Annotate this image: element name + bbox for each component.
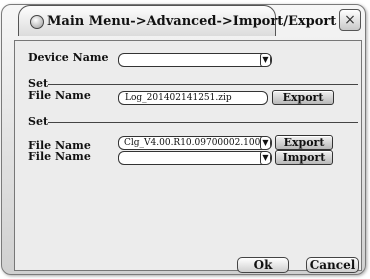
close-icon: × <box>344 12 356 28</box>
config-file-select[interactable]: Clg_V4.00.R10.09700002.100 ▼ <box>118 136 272 150</box>
dropdown-arrow-icon: ▼ <box>260 137 271 149</box>
dropdown-arrow-icon: ▼ <box>260 54 271 66</box>
dropdown-arrow-icon: ▼ <box>260 152 271 164</box>
set-divider-1 <box>48 84 358 85</box>
ok-button[interactable]: Ok <box>237 257 289 273</box>
export-config-button[interactable]: Export <box>275 135 333 150</box>
set-label-2: Set <box>28 115 49 128</box>
log-file-name-field[interactable]: Log_201402141251.zip <box>118 91 268 105</box>
config-file-value: Clg_V4.00.R10.09700002.100 <box>124 138 261 148</box>
export-log-button[interactable]: Export <box>272 90 334 105</box>
device-name-select[interactable]: ▼ <box>118 53 272 67</box>
title-circle-icon <box>30 15 44 29</box>
import-button[interactable]: Import <box>275 150 333 165</box>
close-button[interactable]: × <box>339 9 361 31</box>
set-divider-2 <box>48 122 358 123</box>
device-name-label: Device Name <box>28 51 109 64</box>
file-name-label-1: File Name <box>28 89 91 102</box>
dialog-title: Main Menu->Advanced->Import/Export <box>47 14 337 29</box>
cancel-button[interactable]: Cancel <box>306 257 359 273</box>
file-name-label-3: File Name <box>28 150 91 163</box>
import-file-select[interactable]: ▼ <box>118 151 272 165</box>
